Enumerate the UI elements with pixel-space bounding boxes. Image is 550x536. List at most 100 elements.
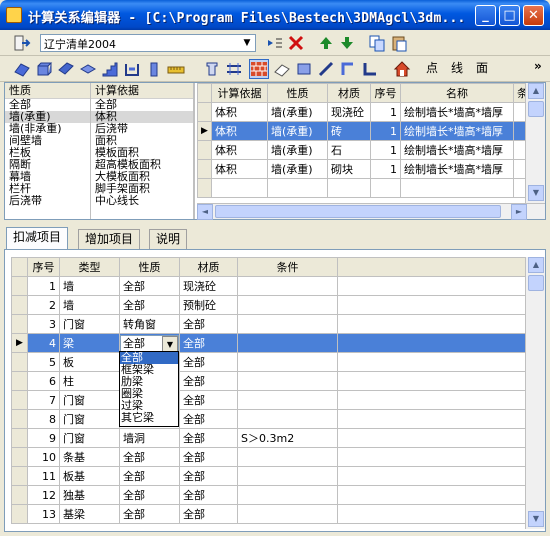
brick-wall-icon[interactable] <box>249 59 269 79</box>
table-cell[interactable]: 2 <box>27 295 60 315</box>
scroll-left-icon[interactable]: ◄ <box>197 204 213 220</box>
table-cell[interactable] <box>237 333 338 353</box>
rule-col-condition[interactable]: 条件 <box>513 83 526 103</box>
maximize-button[interactable]: □ <box>499 5 520 26</box>
table-cell[interactable]: 全部 <box>119 485 180 505</box>
scroll-down-icon[interactable]: ▼ <box>528 511 544 527</box>
table-cell[interactable] <box>237 447 338 467</box>
scroll-thumb[interactable] <box>528 101 544 117</box>
table-cell[interactable]: 全部 <box>119 447 180 467</box>
table-cell[interactable]: 全部 <box>179 409 238 429</box>
table-cell[interactable] <box>237 276 338 296</box>
table-cell[interactable]: 独基 <box>59 485 120 505</box>
table-row[interactable]: 1 墙全部 现浇砼 <box>11 276 526 296</box>
rule-col-material[interactable]: 材质 <box>327 83 371 103</box>
deduct-vertical-scrollbar[interactable]: ▲ ▼ <box>525 257 545 529</box>
area-mode-button[interactable]: 面 <box>476 59 488 76</box>
rule-set-combo[interactable]: 辽宁清单2004 ▼ <box>40 34 256 52</box>
line-tool-icon[interactable] <box>317 60 335 78</box>
table-cell[interactable]: 板基 <box>59 466 120 486</box>
table-cell[interactable]: 门窗 <box>59 390 120 410</box>
deduct-col-material[interactable]: 材质 <box>179 257 238 277</box>
copy-rules-icon[interactable] <box>368 34 386 52</box>
wall-tool-icon[interactable] <box>13 60 31 78</box>
corner-tool-icon[interactable] <box>339 60 357 78</box>
rule-col-basis[interactable]: 计算依据 <box>211 83 268 103</box>
rule-table[interactable]: 计算依据 性质 材质 序号 名称 条件 体积墙(承重)现浇砼1绘制墙长*墙高*墙… <box>197 83 526 198</box>
table-cell[interactable]: 墙洞 <box>119 428 180 448</box>
post-tool-icon[interactable] <box>145 60 163 78</box>
table-cell[interactable]: 全部 <box>179 352 238 372</box>
table-cell[interactable]: 8 <box>27 409 60 429</box>
table-cell[interactable]: 现浇砼 <box>179 276 238 296</box>
table-cell[interactable]: 1 <box>370 121 401 141</box>
table-cell[interactable]: 5 <box>27 352 60 372</box>
table-cell[interactable] <box>237 504 338 524</box>
table-cell[interactable]: 预制砼 <box>179 295 238 315</box>
table-cell[interactable]: 7 <box>27 390 60 410</box>
dropdown-option[interactable]: 其它梁 <box>120 412 178 424</box>
table-cell[interactable]: 砖 <box>327 121 371 141</box>
table-cell[interactable]: 墙 <box>59 276 120 296</box>
table-cell[interactable]: 门窗 <box>59 314 120 334</box>
table-cell[interactable]: 板 <box>59 352 120 372</box>
table-cell[interactable] <box>237 352 338 372</box>
table-cell[interactable]: 体积 <box>211 159 268 179</box>
table-cell[interactable] <box>513 159 526 179</box>
rule-horizontal-scrollbar[interactable]: ◄ ► <box>197 203 545 220</box>
table-row[interactable]: 9 门窗 墙洞 全部 S＞0.3m2 <box>11 428 526 448</box>
table-cell[interactable]: 1 <box>370 102 401 122</box>
table-cell[interactable]: 全部 <box>119 276 180 296</box>
table-cell[interactable] <box>513 102 526 122</box>
table-cell[interactable]: 门窗 <box>59 409 120 429</box>
property-list-item[interactable]: 后浇带 <box>5 195 90 207</box>
rebar-tool-icon[interactable] <box>225 60 243 78</box>
basis-list-item[interactable]: 中心线长 <box>91 195 193 207</box>
move-down-icon[interactable] <box>338 34 356 52</box>
beam-tool-icon[interactable] <box>57 60 75 78</box>
property-dropdown-list[interactable]: 全部 框架梁 肋梁 圈梁 过梁 其它梁 <box>119 351 179 427</box>
table-cell[interactable]: 石 <box>327 140 371 160</box>
table-cell[interactable]: 墙 <box>59 295 120 315</box>
rule-vertical-scrollbar[interactable]: ▲ ▼ <box>525 83 545 203</box>
table-row[interactable]: 体积 墙(承重) 现浇砼 1 绘制墙长*墙高*墙厚 <box>197 102 526 122</box>
table-cell[interactable]: 全部 <box>119 466 180 486</box>
tab-deduct[interactable]: 扣减项目 <box>6 227 69 249</box>
table-cell[interactable] <box>237 485 338 505</box>
table-cell[interactable]: 全部 <box>179 447 238 467</box>
deduct-col-property[interactable]: 性质 <box>119 257 180 277</box>
table-cell[interactable]: 体积 <box>211 140 268 160</box>
table-cell[interactable]: 1 <box>27 276 60 296</box>
table-cell[interactable]: 12 <box>27 485 60 505</box>
table-cell[interactable]: 全部 <box>179 390 238 410</box>
slab-tool-icon[interactable] <box>79 60 97 78</box>
table-cell[interactable]: 全部 <box>179 428 238 448</box>
table-cell[interactable]: 体积 <box>211 121 268 141</box>
table-cell[interactable]: 9 <box>27 428 60 448</box>
table-cell[interactable]: 3 <box>27 314 60 334</box>
table-cell[interactable]: 全部 <box>179 371 238 391</box>
minimize-button[interactable]: _ <box>475 5 496 26</box>
table-cell[interactable]: 门窗 <box>59 428 120 448</box>
table-cell[interactable]: 柱 <box>59 371 120 391</box>
table-cell[interactable]: 全部 <box>119 295 180 315</box>
deduct-col-seq[interactable]: 序号 <box>27 257 60 277</box>
table-cell[interactable] <box>237 390 338 410</box>
table-cell[interactable] <box>237 466 338 486</box>
table-row[interactable]: 3 门窗 转角窗 全部 <box>11 314 526 334</box>
table-cell[interactable]: 绘制墙长*墙高*墙厚 <box>400 140 514 160</box>
table-cell[interactable]: 全部 <box>179 504 238 524</box>
scroll-right-icon[interactable]: ► <box>511 204 527 220</box>
area-tool-icon[interactable] <box>295 60 313 78</box>
table-cell[interactable]: 全部 <box>179 314 238 334</box>
angle-tool-icon[interactable] <box>361 60 379 78</box>
table-cell[interactable]: 现浇砼 <box>327 102 371 122</box>
table-cell[interactable]: 体积 <box>211 102 268 122</box>
table-cell[interactable]: 1 <box>370 140 401 160</box>
table-row[interactable]: 体积 墙(承重) 石 1 绘制墙长*墙高*墙厚 <box>197 140 526 160</box>
table-cell[interactable]: 墙(承重) <box>267 140 328 160</box>
delete-icon[interactable] <box>287 34 305 52</box>
table-cell[interactable] <box>237 409 338 429</box>
door-tool-icon[interactable] <box>123 60 141 78</box>
table-cell[interactable]: 梁 <box>59 333 120 353</box>
